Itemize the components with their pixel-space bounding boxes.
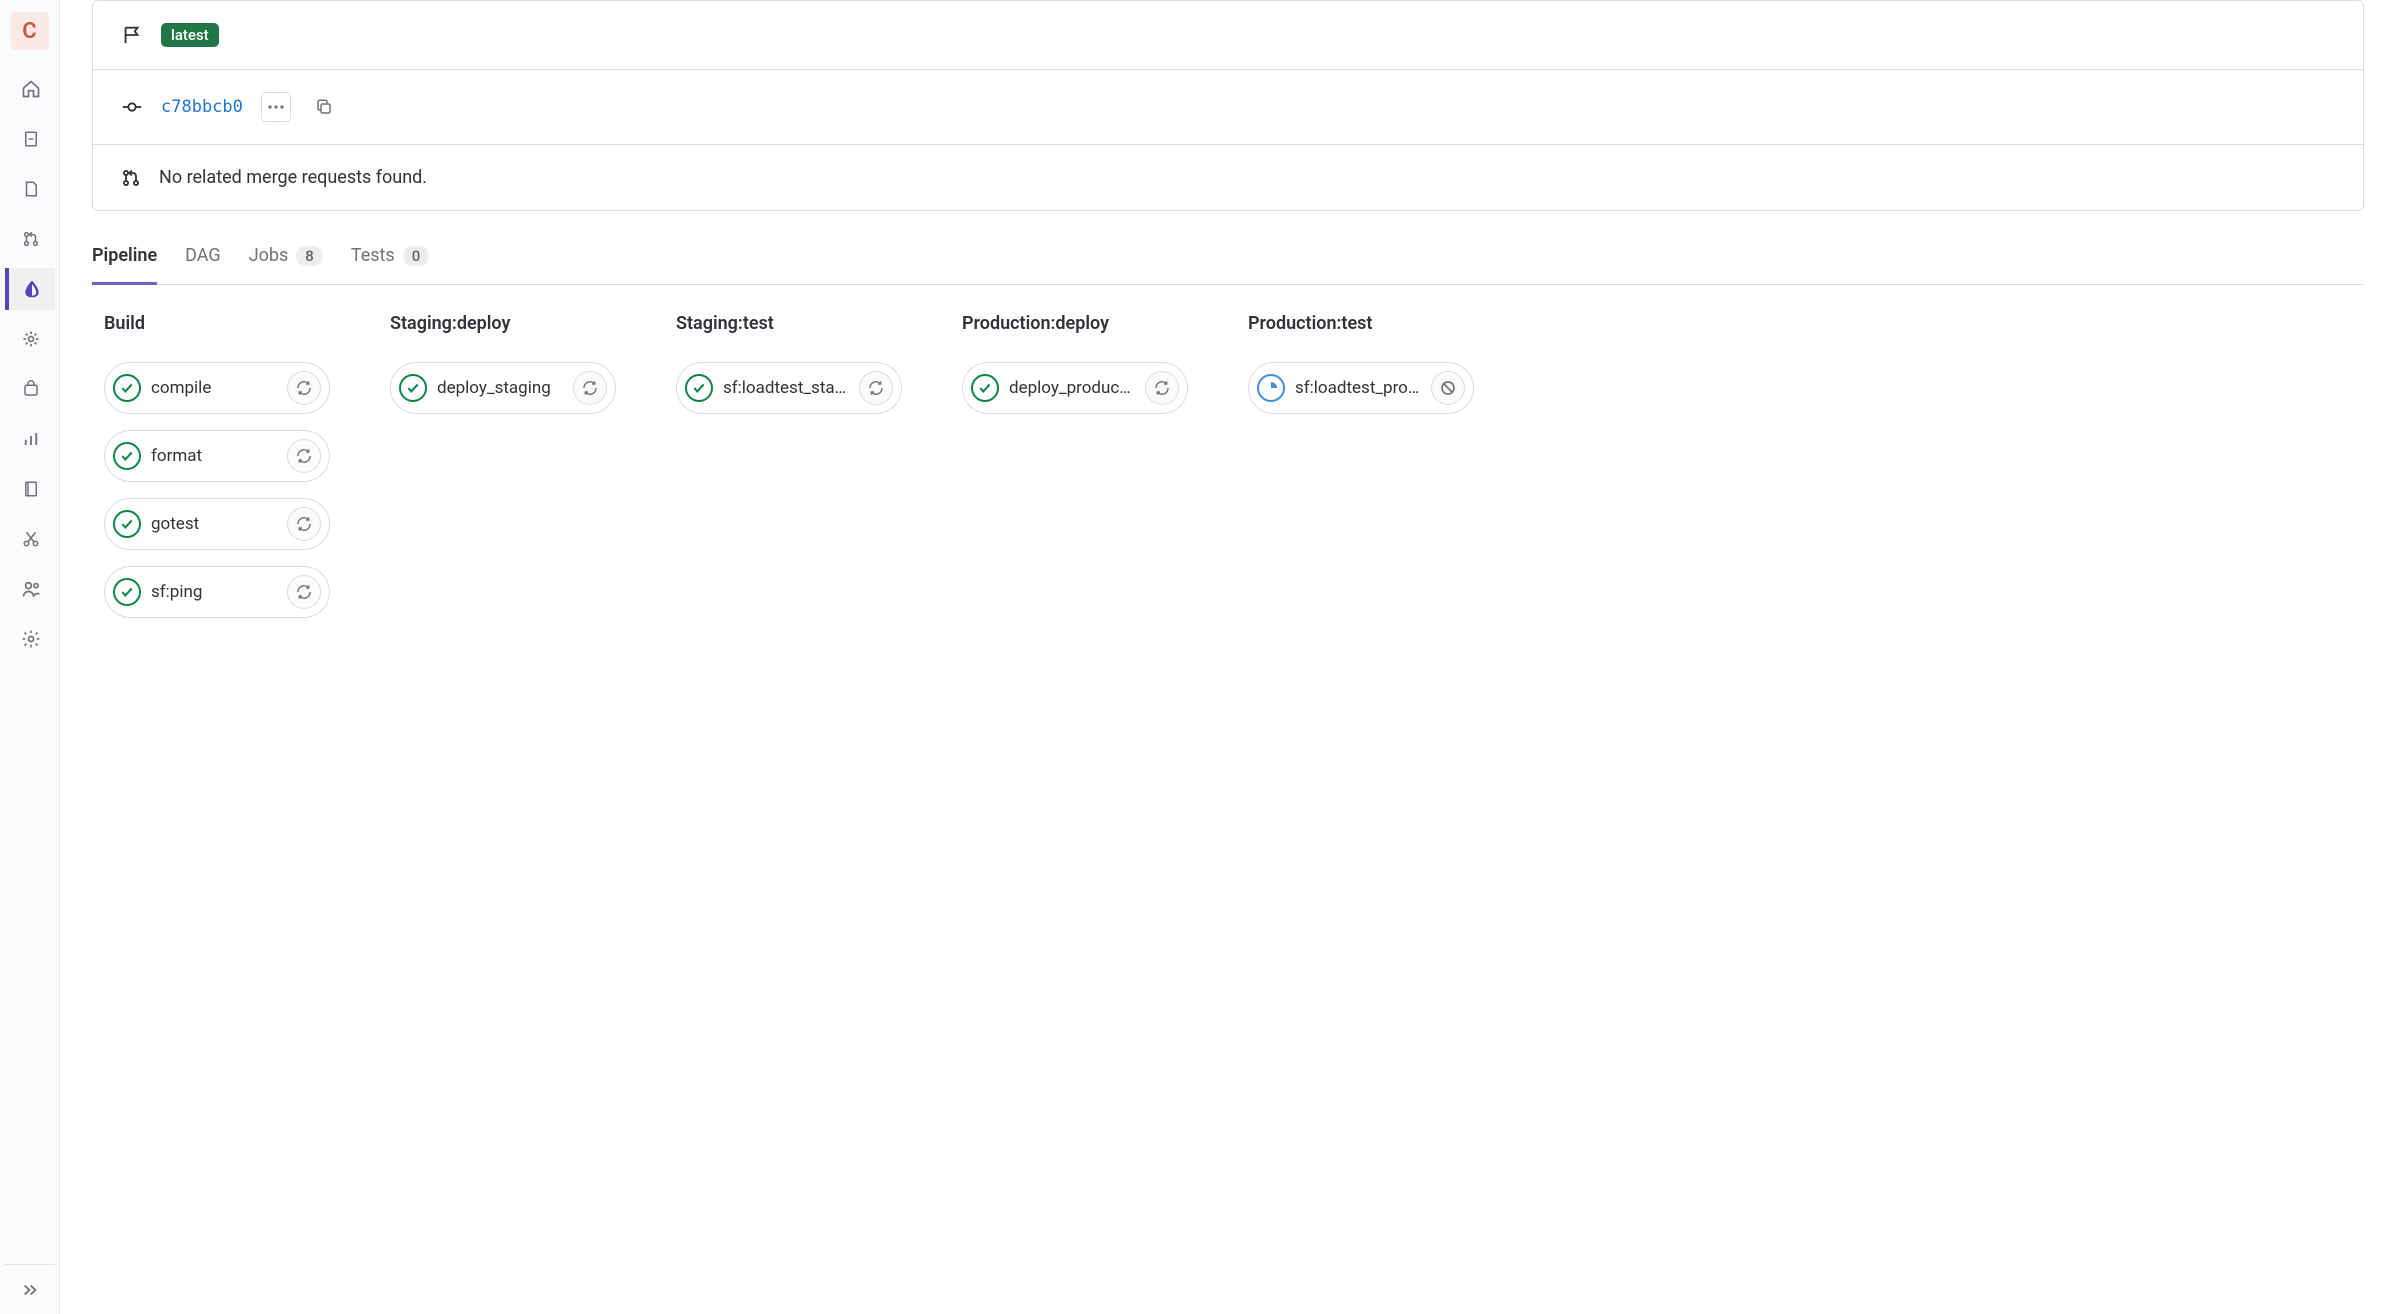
- stage-production-deploy-title: Production:deploy: [962, 313, 1188, 334]
- retry-icon[interactable]: [573, 371, 607, 405]
- nav-packages-icon[interactable]: [5, 368, 55, 410]
- tab-dag[interactable]: DAG: [185, 231, 221, 285]
- status-success-icon: [399, 374, 427, 402]
- nav-issues-icon[interactable]: [5, 168, 55, 210]
- tab-tests-label: Tests: [351, 245, 395, 266]
- pipeline-flag-row: latest: [93, 1, 2363, 69]
- status-success-icon: [113, 374, 141, 402]
- copy-commit-icon[interactable]: [309, 92, 339, 122]
- tab-tests-count: 0: [403, 246, 430, 266]
- tab-jobs[interactable]: Jobs 8: [249, 231, 323, 285]
- retry-icon[interactable]: [1145, 371, 1179, 405]
- commit-row: c78bbcb0: [93, 69, 2363, 144]
- job-deploy-production[interactable]: deploy_product…: [962, 362, 1188, 414]
- nav-cicd-icon[interactable]: [5, 268, 55, 310]
- status-success-icon: [685, 374, 713, 402]
- status-success-icon: [971, 374, 999, 402]
- stage-production-deploy: Production:deploy deploy_product…: [962, 313, 1188, 634]
- job-deploy-production-label: deploy_product…: [1009, 378, 1135, 398]
- job-gotest-label: gotest: [151, 514, 277, 534]
- retry-icon[interactable]: [287, 507, 321, 541]
- job-sf-loadtest-staging[interactable]: sf:loadtest_sta…: [676, 362, 902, 414]
- retry-icon[interactable]: [287, 575, 321, 609]
- retry-icon[interactable]: [287, 371, 321, 405]
- job-sf-loadtest-staging-label: sf:loadtest_sta…: [723, 378, 849, 398]
- flag-icon: [121, 24, 143, 46]
- pipeline-tabs: Pipeline DAG Jobs 8 Tests 0: [92, 231, 2364, 285]
- stage-staging-test-title: Staging:test: [676, 313, 902, 334]
- sidebar-collapse-icon[interactable]: [5, 1264, 55, 1314]
- commit-sha-link[interactable]: c78bbcb0: [161, 97, 243, 117]
- pipeline-graph: Build compile form: [92, 309, 2364, 638]
- related-mr-text: No related merge requests found.: [159, 167, 427, 188]
- status-success-icon: [113, 442, 141, 470]
- retry-icon[interactable]: [287, 439, 321, 473]
- nav-deployments-icon[interactable]: [5, 318, 55, 360]
- nav-file-icon[interactable]: [5, 118, 55, 160]
- cancel-icon[interactable]: [1431, 371, 1465, 405]
- stage-production-test: Production:test sf:loadtest_pro…: [1248, 313, 1474, 634]
- job-sfping[interactable]: sf:ping: [104, 566, 330, 618]
- retry-icon[interactable]: [859, 371, 893, 405]
- status-success-icon: [113, 510, 141, 538]
- nav-settings-icon[interactable]: [5, 618, 55, 660]
- tab-jobs-label: Jobs: [249, 245, 289, 266]
- project-avatar[interactable]: C: [11, 12, 49, 50]
- nav-home-icon[interactable]: [5, 68, 55, 110]
- job-gotest[interactable]: gotest: [104, 498, 330, 550]
- job-sf-loadtest-production[interactable]: sf:loadtest_pro…: [1248, 362, 1474, 414]
- job-sf-loadtest-production-label: sf:loadtest_pro…: [1295, 378, 1421, 398]
- job-compile-label: compile: [151, 378, 277, 398]
- job-deploy-staging[interactable]: deploy_staging: [390, 362, 616, 414]
- sidebar: C: [0, 0, 60, 1314]
- tab-jobs-count: 8: [296, 246, 323, 266]
- merge-request-icon: [121, 168, 141, 188]
- pipeline-header-card: latest c78bbcb0: [92, 0, 2364, 211]
- stage-build: Build compile form: [104, 313, 330, 634]
- job-deploy-staging-label: deploy_staging: [437, 378, 563, 398]
- stage-staging-deploy-title: Staging:deploy: [390, 313, 616, 334]
- related-mr-row: No related merge requests found.: [93, 144, 2363, 210]
- commit-icon: [121, 96, 143, 118]
- tab-tests[interactable]: Tests 0: [351, 231, 429, 285]
- nav-snippets-icon[interactable]: [5, 518, 55, 560]
- nav-members-icon[interactable]: [5, 568, 55, 610]
- stage-staging-deploy: Staging:deploy deploy_staging: [390, 313, 616, 634]
- stage-build-title: Build: [104, 313, 330, 334]
- nav-wiki-icon[interactable]: [5, 468, 55, 510]
- latest-badge: latest: [161, 23, 219, 47]
- commit-more-button[interactable]: [261, 92, 291, 122]
- job-format-label: format: [151, 446, 277, 466]
- nav-analytics-icon[interactable]: [5, 418, 55, 460]
- nav-merge-requests-icon[interactable]: [5, 218, 55, 260]
- stage-staging-test: Staging:test sf:loadtest_sta…: [676, 313, 902, 634]
- status-success-icon: [113, 578, 141, 606]
- status-running-icon: [1257, 374, 1285, 402]
- main-content: latest c78bbcb0: [60, 0, 2390, 1314]
- job-sfping-label: sf:ping: [151, 582, 277, 602]
- job-format[interactable]: format: [104, 430, 330, 482]
- job-compile[interactable]: compile: [104, 362, 330, 414]
- stage-production-test-title: Production:test: [1248, 313, 1474, 334]
- tab-pipeline[interactable]: Pipeline: [92, 231, 157, 285]
